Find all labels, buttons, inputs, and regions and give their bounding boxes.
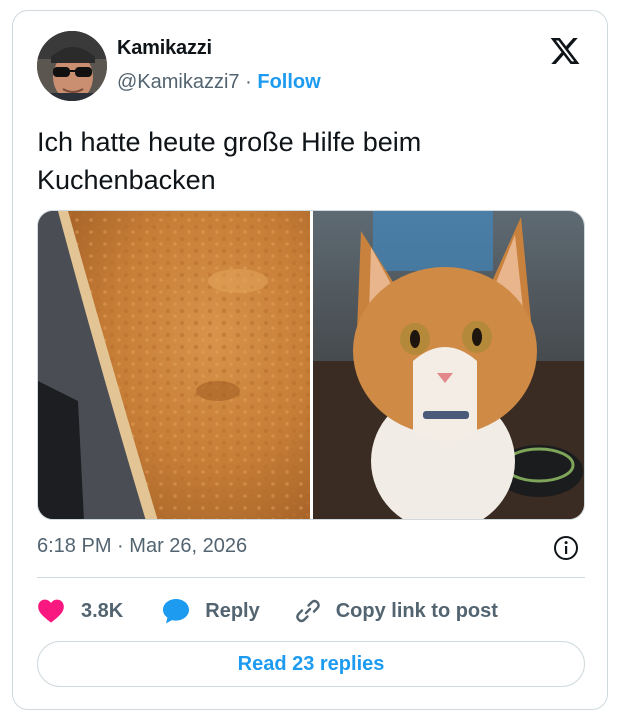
avatar-image bbox=[37, 31, 107, 101]
tweet-embed-card: Kamikazzi @Kamikazzi7 · Follow Ich hatte… bbox=[12, 10, 608, 710]
tweet-text: Ich hatte heute große Hilfe beim Kuchenb… bbox=[37, 127, 422, 195]
avatar[interactable] bbox=[37, 31, 107, 101]
like-button[interactable]: 3.8K bbox=[37, 598, 123, 624]
copy-link-button[interactable]: Copy link to post bbox=[294, 597, 498, 625]
cat-photo[interactable] bbox=[313, 211, 584, 519]
media-grid[interactable] bbox=[37, 210, 585, 520]
handle-separator: · bbox=[245, 71, 252, 93]
tweet-time[interactable]: 6:18 PM bbox=[37, 535, 111, 557]
author-handle[interactable]: @Kamikazzi7 bbox=[117, 71, 240, 93]
x-logo-icon[interactable] bbox=[549, 35, 581, 67]
timestamp[interactable]: 6:18 PM · Mar 26, 2026 bbox=[37, 535, 247, 558]
author-handle-row: @Kamikazzi7 · Follow bbox=[117, 71, 321, 94]
action-bar: 3.8K Reply Copy link to post bbox=[37, 595, 498, 627]
info-icon[interactable] bbox=[553, 535, 579, 561]
like-count: 3.8K bbox=[81, 599, 124, 622]
reply-label: Reply bbox=[205, 599, 260, 622]
tweet-date[interactable]: Mar 26, 2026 bbox=[129, 535, 247, 557]
author-name[interactable]: Kamikazzi bbox=[117, 37, 212, 60]
follow-link[interactable]: Follow bbox=[257, 71, 320, 93]
read-replies-button[interactable]: Read 23 replies bbox=[37, 641, 585, 687]
time-separator: · bbox=[117, 535, 124, 557]
reply-button[interactable]: Reply bbox=[161, 597, 260, 625]
divider bbox=[37, 577, 585, 578]
cake-photo[interactable] bbox=[38, 211, 310, 519]
link-icon bbox=[294, 597, 322, 625]
reply-bubble-icon bbox=[161, 597, 191, 625]
heart-icon bbox=[37, 598, 65, 624]
copy-link-label: Copy link to post bbox=[335, 599, 498, 622]
